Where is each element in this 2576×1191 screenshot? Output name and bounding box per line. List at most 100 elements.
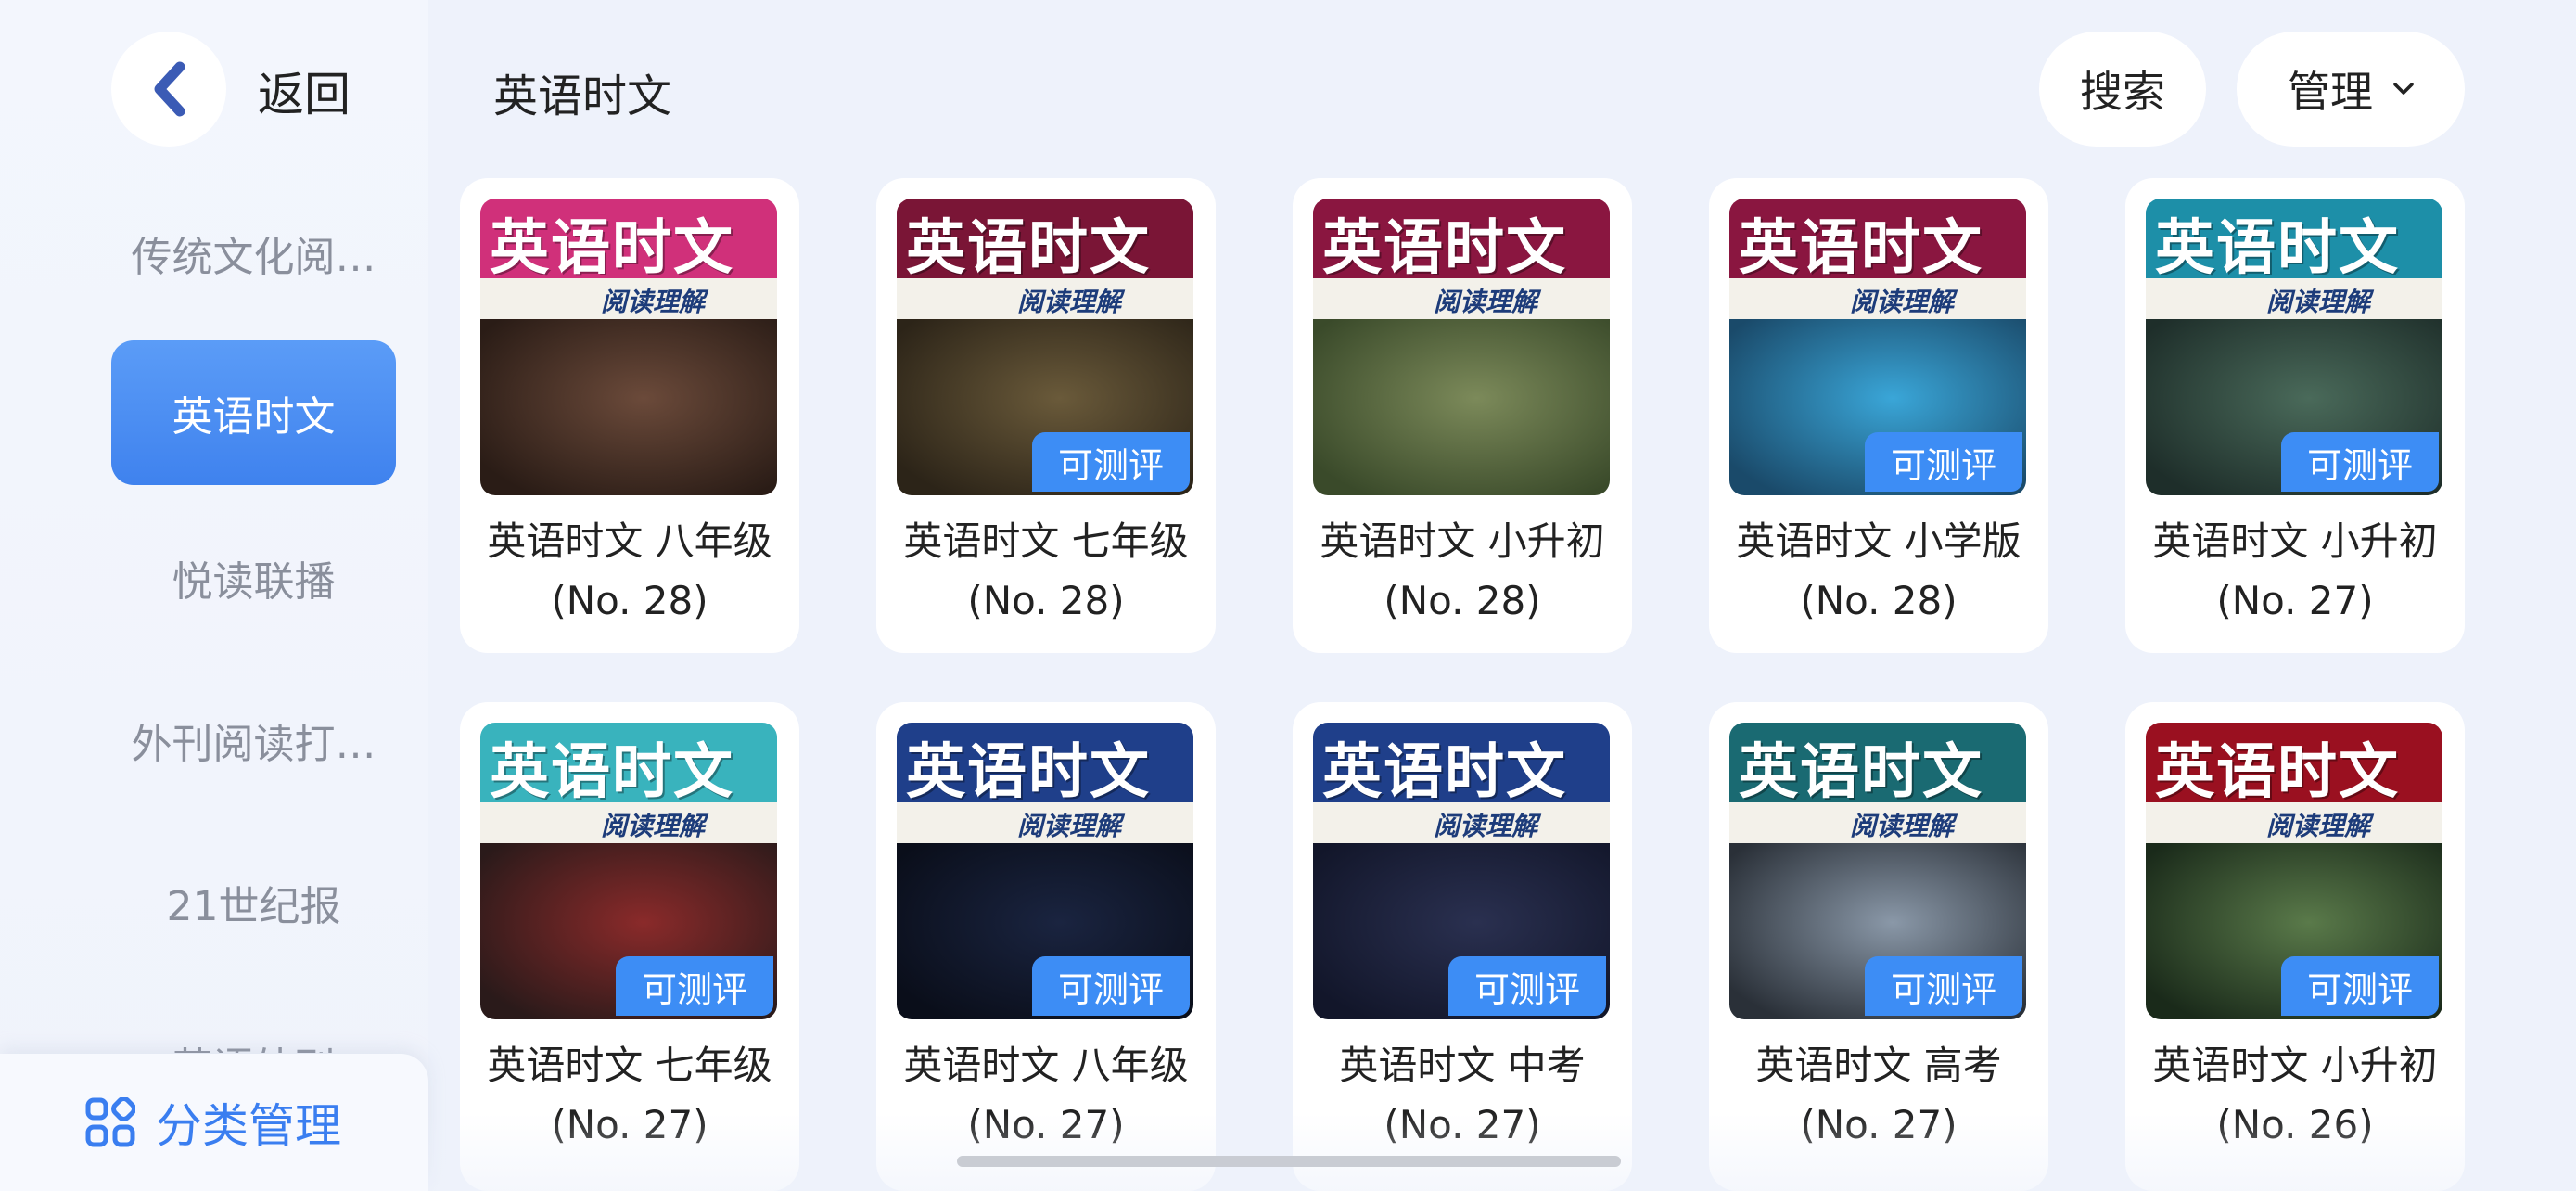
cover-tagline: 阅读理解 <box>2146 278 2442 319</box>
page-title: 英语时文 <box>493 70 672 122</box>
cover-tagline: 阅读理解 <box>1313 278 1610 319</box>
chevron-left-icon <box>154 61 185 117</box>
sidebar-item-foreign-press[interactable]: 外刊阅读打… <box>111 668 396 813</box>
cover-subtitle: 阅读理解 <box>601 287 706 317</box>
cover-header: 英语时文 <box>1729 723 2026 812</box>
assessable-badge: 可测评 <box>2281 956 2439 1016</box>
magazine-title: 英语时文 高考 (No. 27) <box>1709 1036 2048 1155</box>
assessable-badge: 可测评 <box>1865 956 2022 1016</box>
magazine-cover[interactable]: 英语时文阅读理解 <box>1313 198 1610 495</box>
magazine-cover[interactable]: 英语时文阅读理解 <box>480 198 777 495</box>
cover-subtitle: 阅读理解 <box>1434 811 1538 841</box>
cover-brand: 英语时文 <box>1739 214 1983 283</box>
magazine-title-line: 英语时文 八年级 <box>903 1043 1189 1088</box>
magazine-cover[interactable]: 英语时文 阅读理解 可测评 <box>1729 723 2026 1019</box>
magazine-title-line: 英语时文 小升初 <box>1320 519 1605 564</box>
sidebar-item-label: 悦读联播 <box>172 558 336 606</box>
assessable-badge: 可测评 <box>1032 956 1190 1016</box>
sidebar-item-english-news[interactable]: 英语时文 <box>111 340 396 485</box>
manage-label: 管理 <box>2288 67 2373 117</box>
sidebar-item-label: 英语时文 <box>172 393 336 441</box>
cover-subtitle: 阅读理解 <box>1017 287 1122 317</box>
manage-dropdown[interactable]: 管理 <box>2237 32 2465 147</box>
cover-brand: 英语时文 <box>490 214 734 283</box>
cover-header: 英语时文 <box>897 198 1193 288</box>
back-button[interactable] <box>111 32 226 147</box>
sidebar-item-label: 传统文化阅… <box>131 234 376 281</box>
sidebar-item-label: 21世纪报 <box>166 883 341 930</box>
cover-tagline: 阅读理解 <box>897 802 1193 843</box>
magazine-issue-number: (No. 28) <box>1384 578 1541 623</box>
sidebar: 返回 传统文化阅… 英语时文 悦读联播 外刊阅读打… 21世纪报 英语外刊 分类… <box>0 0 428 1191</box>
cover-header: 英语时文 <box>897 723 1193 812</box>
back-label[interactable]: 返回 <box>258 58 351 124</box>
magazine-issue-number: (No. 26) <box>2216 1102 2374 1147</box>
magazine-title-line: 英语时文 高考 <box>1755 1043 2002 1088</box>
magazine-title: 英语时文 八年级 (No. 27) <box>876 1036 1216 1155</box>
magazine-title-line: 英语时文 中考 <box>1339 1043 1586 1088</box>
magazine-card[interactable]: 英语时文 阅读理解 可测评英语时文 小学版 (No. 28) <box>1709 178 2048 653</box>
chevron-down-icon <box>2393 83 2414 95</box>
cover-tagline: 阅读理解 <box>1729 278 2026 319</box>
magazine-cover[interactable]: 英语时文 阅读理解可测评 <box>897 723 1193 1019</box>
cover-header: 英语时文 <box>1729 198 2026 288</box>
magazine-title: 英语时文 中考 (No. 27) <box>1293 1036 1632 1155</box>
grid-icon <box>85 1097 135 1147</box>
cover-tagline: 阅读理解 <box>1313 802 1610 843</box>
cover-tagline: 阅读理解 <box>480 278 777 319</box>
cover-header: 英语时文 <box>2146 723 2442 812</box>
magazine-cover[interactable]: 英语时文阅读理解可测评 <box>2146 198 2442 495</box>
cover-tagline: 阅读理解 <box>480 802 777 843</box>
magazine-cover[interactable]: 英语时文阅读理解可测评 <box>1313 723 1610 1019</box>
magazine-card[interactable]: 英语时文 阅读理解 可测评英语时文 七年级 (No. 27) <box>460 702 799 1191</box>
search-button[interactable]: 搜索 <box>2039 32 2206 147</box>
magazine-title: 英语时文 小升初 (No. 26) <box>2125 1036 2465 1155</box>
magazine-cover[interactable]: 英语时文 阅读理解 可测评 <box>1729 198 2026 495</box>
magazine-issue-number: (No. 28) <box>967 578 1125 623</box>
magazine-issue-number: (No. 27) <box>1384 1102 1541 1147</box>
magazine-card[interactable]: 英语时文阅读理解可测评英语时文 中考 (No. 27) <box>1293 702 1632 1191</box>
magazine-card[interactable]: 英语时文 阅读理解 可测评英语时文 小升初 (No. 26) <box>2125 702 2465 1191</box>
magazine-card[interactable]: 英语时文阅读理解英语时文 八年级 (No. 28) <box>460 178 799 653</box>
assessable-badge: 可测评 <box>1448 956 1606 1016</box>
magazine-title-line: 英语时文 八年级 <box>487 519 772 564</box>
magazine-card[interactable]: 英语时文 阅读理解 可测评英语时文 七年级 (No. 28) <box>876 178 1216 653</box>
magazine-title: 英语时文 七年级 (No. 28) <box>876 512 1216 631</box>
cover-header: 英语时文 <box>480 723 777 812</box>
cover-header: 英语时文 <box>1313 198 1610 288</box>
magazine-title: 英语时文 七年级 (No. 27) <box>460 1036 799 1155</box>
sidebar-item-label: 外刊阅读打… <box>131 721 376 768</box>
magazine-card[interactable]: 英语时文 阅读理解可测评英语时文 八年级 (No. 27) <box>876 702 1216 1191</box>
assessable-badge: 可测评 <box>2281 432 2439 492</box>
magazine-issue-number: (No. 27) <box>551 1102 708 1147</box>
magazine-card[interactable]: 英语时文阅读理解英语时文 小升初 (No. 28) <box>1293 178 1632 653</box>
cover-subtitle: 阅读理解 <box>1017 811 1122 841</box>
magazine-card[interactable]: 英语时文 阅读理解 可测评英语时文 高考 (No. 27) <box>1709 702 2048 1191</box>
magazine-cover[interactable]: 英语时文 阅读理解 可测评 <box>480 723 777 1019</box>
cover-brand: 英语时文 <box>490 738 734 807</box>
magazine-card[interactable]: 英语时文 阅读理解 可测评 英语时文 小升初 (No. 27) <box>2125 178 2465 653</box>
magazine-issue-number: (No. 27) <box>2216 578 2374 623</box>
magazine-issue-number: (No. 28) <box>1800 578 1958 623</box>
magazine-title-line: 英语时文 七年级 <box>487 1043 772 1088</box>
cover-brand: 英语时文 <box>1739 738 1983 807</box>
magazine-title: 英语时文 小学版 (No. 28) <box>1709 512 2048 631</box>
sidebar-item-traditional-culture[interactable]: 传统文化阅… <box>111 181 396 326</box>
magazine-title-line: 英语时文 七年级 <box>903 519 1189 564</box>
magazine-title: 英语时文 小升初 (No. 28) <box>1293 512 1632 631</box>
cover-brand: 英语时文 <box>1322 214 1567 283</box>
horizontal-scrollbar[interactable] <box>957 1156 1621 1167</box>
magazine-issue-number: (No. 27) <box>967 1102 1125 1147</box>
category-manage-button[interactable]: 分类管理 <box>0 1054 428 1191</box>
cover-brand: 英语时文 <box>2155 214 2400 283</box>
cover-illustration <box>480 319 777 495</box>
magazine-issue-number: (No. 28) <box>551 578 708 623</box>
sidebar-item-reading-broadcast[interactable]: 悦读联播 <box>111 506 396 650</box>
sidebar-item-english-foreign[interactable]: 英语外刊 <box>111 979 396 1053</box>
cover-brand: 英语时文 <box>1322 738 1567 807</box>
cover-subtitle: 阅读理解 <box>2266 287 2371 317</box>
sidebar-item-21st-century[interactable]: 21世纪报 <box>111 830 396 975</box>
magazine-cover[interactable]: 英语时文 阅读理解 可测评 <box>2146 723 2442 1019</box>
cover-subtitle: 阅读理解 <box>1434 287 1538 317</box>
magazine-cover[interactable]: 英语时文 阅读理解 可测评 <box>897 198 1193 495</box>
